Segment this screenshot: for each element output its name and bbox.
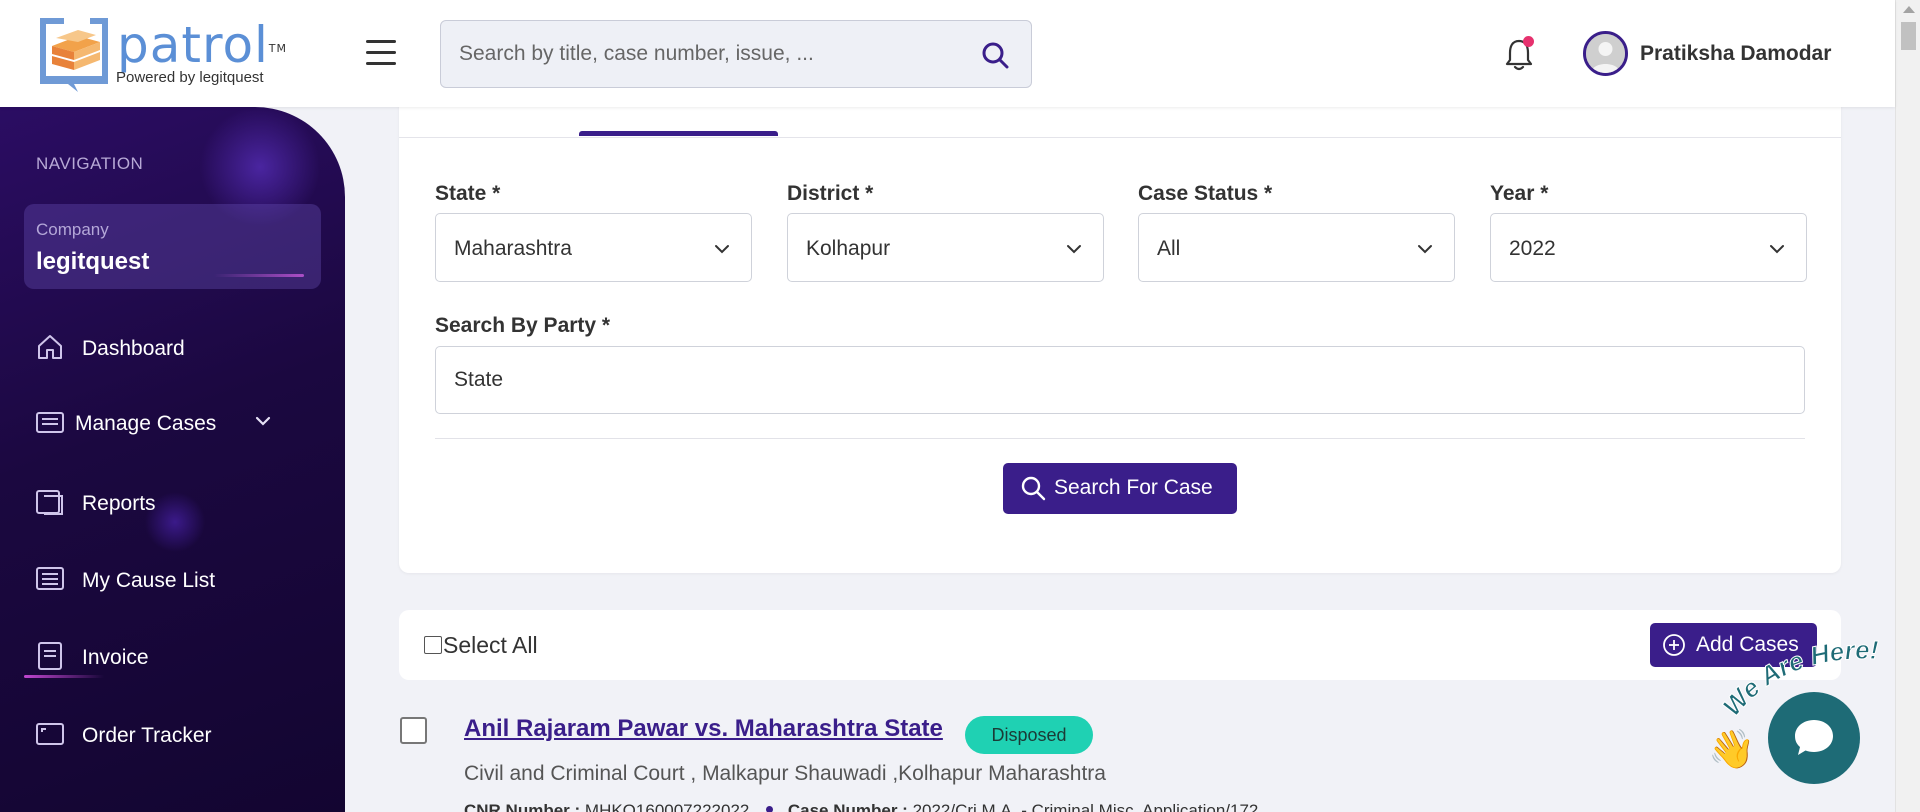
chevron-down-icon (1067, 245, 1081, 254)
company-card[interactable]: Company legitquest (24, 204, 321, 289)
case-meta: CNR Number : MHKO160007222022 Case Numbe… (464, 801, 1258, 812)
nav-accent-decoration (24, 675, 104, 678)
sidebar-item-order-tracker[interactable]: Order Tracker (36, 716, 326, 756)
party-label: Search By Party * (435, 314, 611, 337)
district-select[interactable]: Kolhapur (787, 213, 1104, 282)
waving-hand-icon: 👋 (1708, 729, 1756, 771)
tracker-icon (36, 723, 64, 745)
menu-toggle-icon[interactable] (366, 40, 396, 66)
party-field (435, 346, 1805, 414)
chevron-down-icon[interactable] (254, 412, 272, 430)
logo-wordmark: patrol TM (117, 16, 287, 74)
global-search (440, 20, 1032, 88)
chevron-down-icon (1418, 245, 1432, 254)
sidebar-item-label: Reports (82, 492, 156, 515)
case-status-label: Case Status * (1138, 182, 1273, 205)
sidebar-item-my-cause-list[interactable]: My Cause List (36, 561, 326, 601)
invoice-icon (38, 642, 62, 670)
party-input[interactable] (454, 347, 1754, 413)
company-name: legitquest (36, 248, 150, 275)
user-avatar[interactable] (1583, 31, 1628, 76)
top-header: patrol TM Powered by legitquest Pratiksh… (0, 0, 1895, 107)
scroll-up-arrow-icon[interactable] (1903, 6, 1915, 13)
scroll-thumb[interactable] (1901, 22, 1916, 50)
sidebar-item-reports[interactable]: Reports (36, 484, 326, 524)
nav-heading: NAVIGATION (36, 154, 144, 173)
patrol-logo[interactable]: patrol TM Powered by legitquest (34, 14, 287, 94)
search-button-label: Search For Case (1054, 476, 1213, 499)
search-icon[interactable] (981, 41, 1009, 69)
cnr-value: MHKO160007222022 (584, 801, 750, 812)
search-for-case-button[interactable]: Search For Case (1003, 463, 1237, 514)
sidebar-item-label: My Cause List (82, 569, 216, 592)
state-value: Maharashtra (454, 237, 572, 260)
logo-tagline: Powered by legitquest (116, 69, 264, 86)
chat-launcher-button[interactable] (1768, 692, 1860, 784)
sidebar-item-label: Dashboard (82, 337, 185, 360)
active-tab-indicator (579, 131, 778, 136)
year-value: 2022 (1509, 237, 1556, 260)
case-court: Civil and Criminal Court , Malkapur Shau… (464, 762, 1106, 785)
chat-bubble-icon (1795, 720, 1833, 755)
list-icon (36, 567, 64, 590)
sidebar-item-manage-cases[interactable]: Manage Cases (36, 404, 326, 444)
meta-separator-dot (766, 806, 774, 812)
plus-circle-icon (1663, 634, 1685, 656)
district-label: District * (787, 182, 874, 205)
logo-trademark: TM (268, 42, 287, 55)
sidebar-item-invoice[interactable]: Invoice (36, 638, 326, 678)
avatar-person-icon (1586, 34, 1625, 73)
case-status-select[interactable]: All (1138, 213, 1455, 282)
state-label: State * (435, 182, 501, 205)
search-icon (1021, 476, 1046, 501)
case-number-value: 2022/Cri.M.A. - Criminal Misc. Applicati… (912, 801, 1259, 812)
search-input[interactable] (459, 21, 959, 87)
select-all-bar (399, 610, 1841, 680)
sidebar-item-dashboard[interactable]: Dashboard (36, 329, 326, 369)
notification-dot (1523, 36, 1534, 47)
company-label: Company (36, 220, 109, 239)
case-number-label: Case Number : (787, 801, 908, 812)
district-value: Kolhapur (806, 237, 891, 260)
form-divider (435, 438, 1805, 439)
sidebar-navigation: NAVIGATION Company legitquest Dashboard … (0, 107, 345, 812)
case-checkbox[interactable] (400, 717, 427, 744)
select-all-label[interactable]: Select All (443, 632, 538, 659)
case-status-value: All (1157, 237, 1181, 260)
cnr-label: CNR Number : (464, 801, 581, 812)
company-glow-decoration (214, 274, 304, 277)
reports-icon (36, 490, 63, 515)
chevron-down-icon (1770, 245, 1784, 254)
tab-divider (399, 137, 1841, 138)
case-title-link[interactable]: Anil Rajaram Pawar vs. Maharashtra State (464, 715, 943, 743)
user-name[interactable]: Pratiksha Damodar (1640, 42, 1831, 66)
sidebar-item-label: Order Tracker (82, 724, 212, 747)
sidebar-item-label: Invoice (82, 646, 149, 669)
state-select[interactable]: Maharashtra (435, 213, 752, 282)
logo-book-icon (40, 18, 108, 92)
chevron-down-icon (715, 245, 729, 254)
sidebar-item-label: Manage Cases (75, 412, 217, 435)
status-badge: Disposed (965, 716, 1093, 754)
home-icon (38, 335, 62, 359)
year-label: Year * (1490, 182, 1549, 205)
cases-icon (36, 412, 64, 433)
year-select[interactable]: 2022 (1490, 213, 1807, 282)
select-all-checkbox[interactable] (424, 636, 442, 654)
